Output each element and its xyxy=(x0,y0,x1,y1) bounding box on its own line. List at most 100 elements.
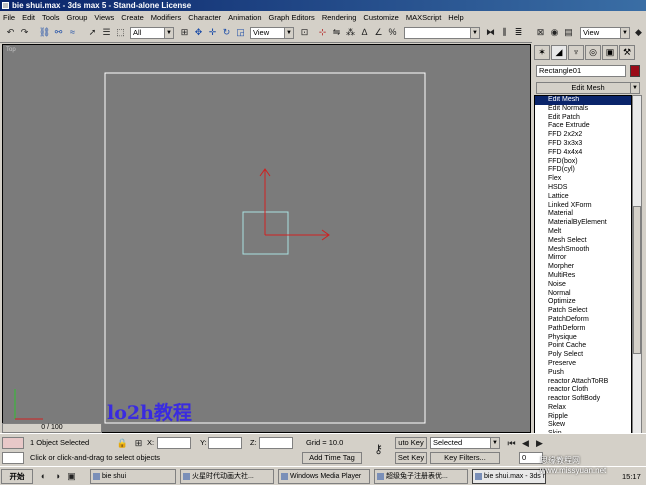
modifier-list-item[interactable]: Linked XForm xyxy=(535,202,631,211)
y-coordinate-field[interactable] xyxy=(208,437,242,449)
reference-coord-dropdown[interactable]: View ▼ xyxy=(250,27,294,39)
previous-frame-icon[interactable]: ◀ xyxy=(519,437,532,450)
menu-views[interactable]: Views xyxy=(94,13,114,22)
modifier-list-item[interactable]: Material xyxy=(535,210,631,219)
key-mode-dropdown[interactable]: Selected ▼ xyxy=(430,437,500,449)
modifier-list-item[interactable]: FFD(cyl) xyxy=(535,166,631,175)
menu-modifiers[interactable]: Modifiers xyxy=(151,13,181,22)
top-viewport[interactable]: Top xyxy=(2,44,531,433)
modifier-list-item[interactable]: Optimize xyxy=(535,298,631,307)
modifier-list-item[interactable]: Edit Patch xyxy=(535,114,631,123)
mirror-tool-icon[interactable]: ⧓ xyxy=(484,26,497,39)
modifier-list-item[interactable]: MaterialByElement xyxy=(535,219,631,228)
modifier-list-item[interactable]: FFD 4x4x4 xyxy=(535,149,631,158)
modifier-list-item[interactable]: Noise xyxy=(535,281,631,290)
x-coordinate-field[interactable] xyxy=(157,437,191,449)
modifier-list-item[interactable]: Edit Mesh xyxy=(535,96,631,105)
modifier-list-item[interactable]: reactor Cloth xyxy=(535,386,631,395)
modifier-list-item[interactable]: Normal xyxy=(535,290,631,299)
modifier-list-item[interactable]: Flex xyxy=(535,175,631,184)
modifier-list-dropdown[interactable]: Edit Mesh ▼ xyxy=(536,82,640,94)
modifier-list-item[interactable]: Mesh Select xyxy=(535,237,631,246)
object-color-swatch[interactable] xyxy=(630,65,640,77)
track-view-icon[interactable]: ▤ xyxy=(562,26,575,39)
percent-snap-icon[interactable]: % xyxy=(386,26,399,39)
quick-launch-icon-3[interactable]: ▣ xyxy=(65,470,78,483)
hierarchy-tab-icon[interactable]: ♆ xyxy=(568,45,584,60)
taskbar-item-media-player[interactable]: Windows Media Player xyxy=(278,469,370,484)
modifier-list-item[interactable]: FFD 3x3x3 xyxy=(535,140,631,149)
menu-customize[interactable]: Customize xyxy=(363,13,398,22)
select-rotate-icon[interactable]: ↻ xyxy=(220,26,233,39)
pivot-center-icon[interactable]: ⊡ xyxy=(298,26,311,39)
modifier-list-item[interactable]: FFD 2x2x2 xyxy=(535,131,631,140)
select-move-icon-2[interactable]: ✛ xyxy=(206,26,219,39)
menu-tools[interactable]: Tools xyxy=(42,13,60,22)
object-name-field[interactable]: Rectangle01 xyxy=(536,65,626,77)
modifier-list-item[interactable]: reactor AttachToRB xyxy=(535,378,631,387)
material-editor-icon[interactable]: ◉ xyxy=(548,26,561,39)
menu-edit[interactable]: Edit xyxy=(22,13,35,22)
absolute-mode-icon[interactable]: ⊞ xyxy=(132,437,145,450)
scrollbar-thumb[interactable] xyxy=(633,206,641,354)
mini-listener-output[interactable] xyxy=(2,452,24,464)
modifier-list-item[interactable]: Physique xyxy=(535,334,631,343)
region-select-icon[interactable]: ⬚ xyxy=(114,26,127,39)
create-tab-icon[interactable]: ✶ xyxy=(534,45,550,60)
modifier-list-item[interactable]: MultiRes xyxy=(535,272,631,281)
named-selection-dropdown[interactable]: ▼ xyxy=(404,27,480,39)
mini-listener[interactable] xyxy=(2,437,24,449)
lock-selection-icon[interactable]: 🔒 xyxy=(116,437,129,450)
named-selection-icon[interactable]: ⊠ xyxy=(534,26,547,39)
modifier-list-item[interactable]: Skew xyxy=(535,421,631,430)
go-to-start-icon[interactable]: ⏮ xyxy=(505,437,518,450)
play-icon[interactable]: ▶ xyxy=(533,437,546,450)
key-filters-button[interactable]: Key Filters... xyxy=(430,452,500,464)
modifier-list-item[interactable]: Point Cache xyxy=(535,342,631,351)
modifier-list-item[interactable]: Preserve xyxy=(535,360,631,369)
modifier-list-item[interactable]: PatchDeform xyxy=(535,316,631,325)
modify-tab-icon[interactable]: ◢ xyxy=(551,45,567,60)
add-time-tag-button[interactable]: Add Time Tag xyxy=(302,452,362,464)
unlink-icon[interactable]: ⚯ xyxy=(52,26,65,39)
select-scale-icon[interactable]: ◲ xyxy=(234,26,247,39)
modifier-list-item[interactable]: Edit Normals xyxy=(535,105,631,114)
quick-render-icon[interactable]: ◆ xyxy=(632,26,645,39)
axis-constraint-icon[interactable]: ⊹ xyxy=(316,26,329,39)
link-icon[interactable]: ⛓ xyxy=(38,26,51,39)
redo-icon[interactable]: ↷ xyxy=(18,26,31,39)
set-key-button[interactable]: Set Key xyxy=(395,452,427,464)
taskbar-item-bie-shui[interactable]: bie shui xyxy=(90,469,176,484)
menu-rendering[interactable]: Rendering xyxy=(322,13,357,22)
window-crossing-icon[interactable]: ⊞ xyxy=(178,26,191,39)
bind-space-warp-icon[interactable]: ≈ xyxy=(66,26,79,39)
modifier-list-scrollbar[interactable] xyxy=(632,95,642,451)
menu-character[interactable]: Character xyxy=(188,13,221,22)
auto-key-button[interactable]: uto Key xyxy=(395,437,427,449)
modifier-list-item[interactable]: Poly Select xyxy=(535,351,631,360)
modifier-list-item[interactable]: reactor SoftBody xyxy=(535,395,631,404)
utilities-tab-icon[interactable]: ⚒ xyxy=(619,45,635,60)
view-dropdown[interactable]: View ▼ xyxy=(580,27,630,39)
motion-tab-icon[interactable]: ◎ xyxy=(585,45,601,60)
taskbar-item-browser[interactable]: 火星时代动画大社... xyxy=(180,469,274,484)
taskbar-item-registry-tool[interactable]: 超级兔子注册表优... xyxy=(374,469,468,484)
quick-launch-icon-1[interactable]: ◐ xyxy=(37,470,50,483)
undo-icon[interactable]: ↶ xyxy=(4,26,17,39)
select-move-icon[interactable]: ✥ xyxy=(192,26,205,39)
menu-graph-editors[interactable]: Graph Editors xyxy=(269,13,315,22)
align-icon[interactable]: ⫼ xyxy=(498,26,511,39)
time-slider[interactable]: 0 / 100 xyxy=(2,423,102,433)
selection-filter-dropdown[interactable]: All ▼ xyxy=(130,27,174,39)
modifier-list-item[interactable]: Melt xyxy=(535,228,631,237)
display-tab-icon[interactable]: ▣ xyxy=(602,45,618,60)
modifier-list-item[interactable]: HSDS xyxy=(535,184,631,193)
menu-animation[interactable]: Animation xyxy=(228,13,261,22)
layer-manager-icon[interactable]: ≣ xyxy=(512,26,525,39)
quick-launch-icon-2[interactable]: ◑ xyxy=(51,470,64,483)
menu-maxscript[interactable]: MAXScript xyxy=(406,13,441,22)
key-icon[interactable]: ⚷ xyxy=(372,443,385,456)
menu-file[interactable]: File xyxy=(3,13,15,22)
menu-create[interactable]: Create xyxy=(121,13,144,22)
snap-icon[interactable]: ∆ xyxy=(358,26,371,39)
